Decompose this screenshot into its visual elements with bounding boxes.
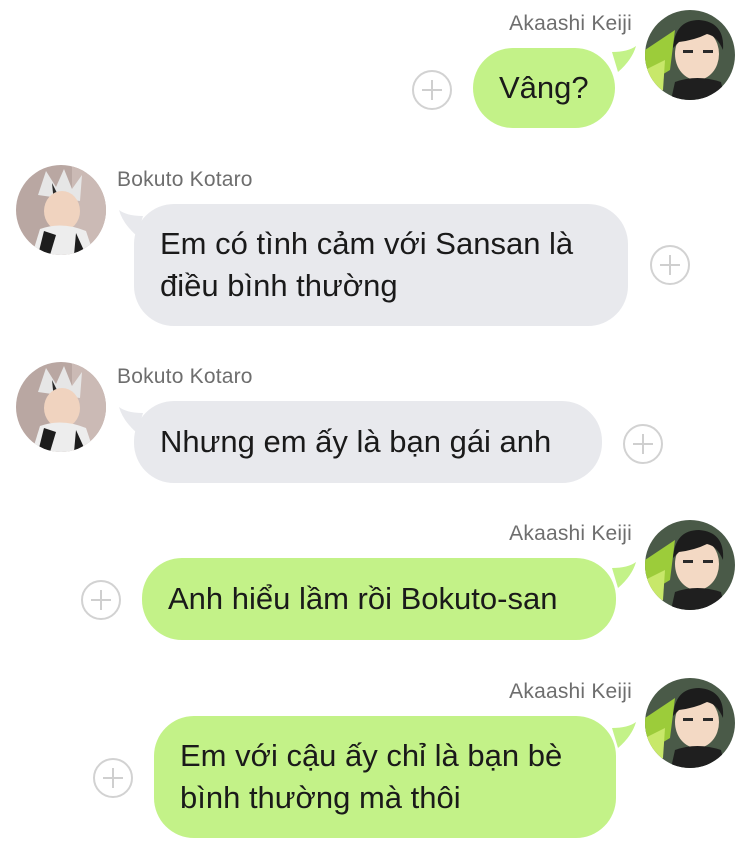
avatar-bokuto[interactable] bbox=[16, 165, 106, 255]
message-incoming-1: Bokuto Kotaro Em có tình cảm với Sansan … bbox=[0, 160, 750, 335]
plus-circle-icon[interactable] bbox=[412, 70, 452, 110]
sender-name: Bokuto Kotaro bbox=[117, 365, 253, 388]
message-outgoing-2: Akaashi Keiji Anh hiểu lầm rồi Bokuto-sa… bbox=[0, 512, 750, 647]
bubble-tail bbox=[612, 722, 638, 748]
message-outgoing-1: Akaashi Keiji Vâng? bbox=[0, 0, 750, 140]
message-bubble[interactable]: Vâng? bbox=[473, 48, 615, 128]
message-bubble[interactable]: Em có tình cảm với Sansan là điều bình t… bbox=[134, 204, 628, 326]
message-bubble[interactable]: Anh hiểu lầm rồi Bokuto-san bbox=[142, 558, 616, 640]
sender-name: Akaashi Keiji bbox=[509, 680, 632, 703]
avatar-akaashi[interactable] bbox=[645, 10, 735, 100]
message-incoming-2: Bokuto Kotaro Nhưng em ấy là bạn gái anh bbox=[0, 357, 750, 487]
bubble-tail bbox=[612, 46, 638, 72]
plus-circle-icon[interactable] bbox=[650, 245, 690, 285]
message-outgoing-3: Akaashi Keiji Em với cậu ấy chỉ là bạn b… bbox=[0, 670, 750, 850]
avatar-akaashi[interactable] bbox=[645, 678, 735, 768]
message-bubble[interactable]: Nhưng em ấy là bạn gái anh bbox=[134, 401, 602, 483]
sender-name: Akaashi Keiji bbox=[509, 522, 632, 545]
message-bubble[interactable]: Em với cậu ấy chỉ là bạn bè bình thường … bbox=[154, 716, 616, 838]
plus-circle-icon[interactable] bbox=[623, 424, 663, 464]
avatar-bokuto[interactable] bbox=[16, 362, 106, 452]
avatar-akaashi[interactable] bbox=[645, 520, 735, 610]
plus-circle-icon[interactable] bbox=[93, 758, 133, 798]
sender-name: Bokuto Kotaro bbox=[117, 168, 253, 191]
bubble-tail bbox=[612, 562, 638, 588]
sender-name: Akaashi Keiji bbox=[509, 12, 632, 35]
plus-circle-icon[interactable] bbox=[81, 580, 121, 620]
